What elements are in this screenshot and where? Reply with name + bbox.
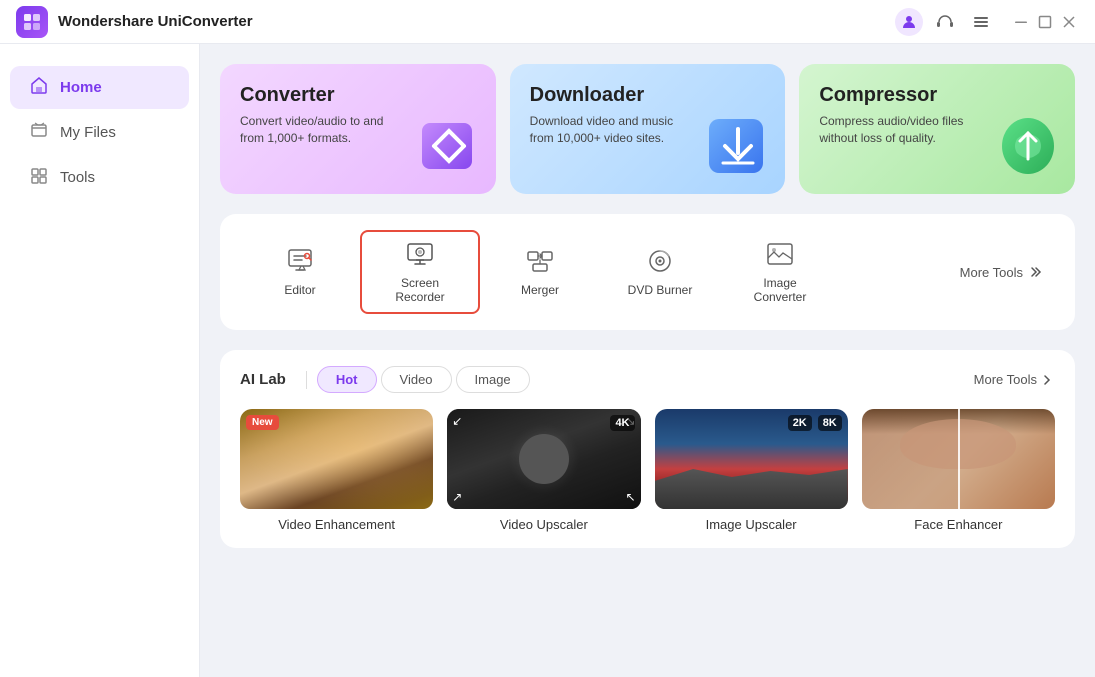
tools-icon bbox=[30, 166, 48, 189]
sidebar-tools-label: Tools bbox=[60, 169, 95, 186]
sidebar-item-myfiles[interactable]: My Files bbox=[10, 111, 189, 154]
tool-image-converter-label: Image Converter bbox=[742, 276, 818, 304]
new-badge: New bbox=[246, 415, 279, 430]
compressor-icon bbox=[993, 111, 1063, 186]
image-converter-icon bbox=[766, 240, 794, 268]
title-bar-controls bbox=[895, 8, 1079, 36]
tool-screen-recorder[interactable]: Screen Recorder bbox=[360, 230, 480, 314]
downloader-icon bbox=[703, 111, 773, 186]
face-enhancer-label: Face Enhancer bbox=[862, 517, 1055, 532]
converter-desc: Convert video/audio to and from 1,000+ f… bbox=[240, 113, 400, 147]
tab-hot[interactable]: Hot bbox=[317, 366, 377, 393]
converter-title: Converter bbox=[240, 84, 476, 107]
video-enhancement-thumb: New bbox=[240, 409, 433, 509]
user-icon[interactable] bbox=[895, 8, 923, 36]
tool-editor[interactable]: Editor bbox=[240, 237, 360, 307]
main-layout: Home My Files Tools bbox=[0, 44, 1095, 677]
ai-card-video-upscaler[interactable]: ↙ ↘ ↗ ↖ 4K Video Upscaler bbox=[447, 409, 640, 532]
ai-more-tools-button[interactable]: More Tools bbox=[974, 372, 1055, 387]
video-upscaler-label: Video Upscaler bbox=[447, 517, 640, 532]
tool-screen-recorder-label: Screen Recorder bbox=[382, 276, 458, 304]
headset-icon[interactable] bbox=[931, 8, 959, 36]
ai-lab-tabs: AI Lab Hot Video Image bbox=[240, 366, 530, 393]
sidebar: Home My Files Tools bbox=[0, 44, 200, 677]
content-area: Converter Convert video/audio to and fro… bbox=[200, 44, 1095, 677]
downloader-desc: Download video and music from 10,000+ vi… bbox=[530, 113, 690, 147]
tool-dvd-burner-label: DVD Burner bbox=[628, 283, 693, 297]
tab-divider bbox=[306, 371, 307, 389]
video-enhancement-label: Video Enhancement bbox=[240, 517, 433, 532]
res-badge-2k: 2K bbox=[788, 415, 812, 431]
converter-card[interactable]: Converter Convert video/audio to and fro… bbox=[220, 64, 496, 194]
tool-merger[interactable]: Merger bbox=[480, 237, 600, 307]
image-upscaler-thumb: 8K 2K bbox=[655, 409, 848, 509]
res-badge-4k: 4K bbox=[610, 415, 634, 431]
converter-icon bbox=[414, 111, 484, 186]
compressor-card[interactable]: Compressor Compress audio/video files wi… bbox=[799, 64, 1075, 194]
tools-row: Editor Screen Recorder bbox=[220, 214, 1075, 330]
app-name: Wondershare bbox=[58, 13, 154, 30]
close-button[interactable] bbox=[1059, 12, 1079, 32]
chevron-right-double-icon bbox=[1027, 264, 1043, 280]
feature-cards: Converter Convert video/audio to and fro… bbox=[220, 64, 1075, 194]
downloader-title: Downloader bbox=[530, 84, 766, 107]
app-product: UniConverter bbox=[158, 13, 253, 30]
tab-image[interactable]: Image bbox=[456, 366, 530, 393]
ai-cards: New Video Enhancement ↙ ↘ ↗ ↖ 4K bbox=[240, 409, 1055, 532]
tool-editor-label: Editor bbox=[284, 283, 315, 297]
image-upscaler-label: Image Upscaler bbox=[655, 517, 848, 532]
tool-merger-label: Merger bbox=[521, 283, 559, 297]
app-branding: Wondershare UniConverter bbox=[16, 6, 253, 38]
sidebar-myfiles-label: My Files bbox=[60, 124, 116, 141]
home-icon bbox=[30, 76, 48, 99]
screen-recorder-icon bbox=[406, 240, 434, 268]
res-badge-8k: 8K bbox=[818, 415, 842, 431]
ai-card-face-enhancer[interactable]: Face Enhancer bbox=[862, 409, 1055, 532]
ai-card-image-upscaler[interactable]: 8K 2K Image Upscaler bbox=[655, 409, 848, 532]
ai-card-video-enhancement[interactable]: New Video Enhancement bbox=[240, 409, 433, 532]
sidebar-item-tools[interactable]: Tools bbox=[10, 156, 189, 199]
more-tools-button[interactable]: More Tools bbox=[948, 256, 1055, 288]
chevron-right-icon bbox=[1041, 373, 1055, 387]
editor-icon bbox=[286, 247, 314, 275]
minimize-button[interactable] bbox=[1011, 12, 1031, 32]
face-thumbnail bbox=[862, 409, 1055, 509]
face-enhancer-thumb bbox=[862, 409, 1055, 509]
merger-icon bbox=[526, 247, 554, 275]
downloader-card[interactable]: Downloader Download video and music from… bbox=[510, 64, 786, 194]
ai-lab-header: AI Lab Hot Video Image More Tools bbox=[240, 366, 1055, 393]
ai-lab-section: AI Lab Hot Video Image More Tools bbox=[220, 350, 1075, 548]
video-upscaler-thumb: ↙ ↘ ↗ ↖ 4K bbox=[447, 409, 640, 509]
tab-video[interactable]: Video bbox=[381, 366, 452, 393]
sidebar-item-home[interactable]: Home bbox=[10, 66, 189, 109]
ai-more-tools-label: More Tools bbox=[974, 372, 1037, 387]
title-bar: Wondershare UniConverter bbox=[0, 0, 1095, 44]
tool-dvd-burner[interactable]: DVD Burner bbox=[600, 237, 720, 307]
sidebar-home-label: Home bbox=[60, 79, 102, 96]
compressor-title: Compressor bbox=[819, 84, 1055, 107]
maximize-button[interactable] bbox=[1035, 12, 1055, 32]
dvd-burner-icon bbox=[646, 247, 674, 275]
ai-lab-label: AI Lab bbox=[240, 371, 286, 388]
compressor-desc: Compress audio/video files without loss … bbox=[819, 113, 979, 147]
files-icon bbox=[30, 121, 48, 144]
more-tools-label: More Tools bbox=[960, 265, 1023, 280]
menu-icon[interactable] bbox=[967, 8, 995, 36]
tool-image-converter[interactable]: Image Converter bbox=[720, 230, 840, 314]
window-controls bbox=[1011, 12, 1079, 32]
app-logo bbox=[16, 6, 48, 38]
